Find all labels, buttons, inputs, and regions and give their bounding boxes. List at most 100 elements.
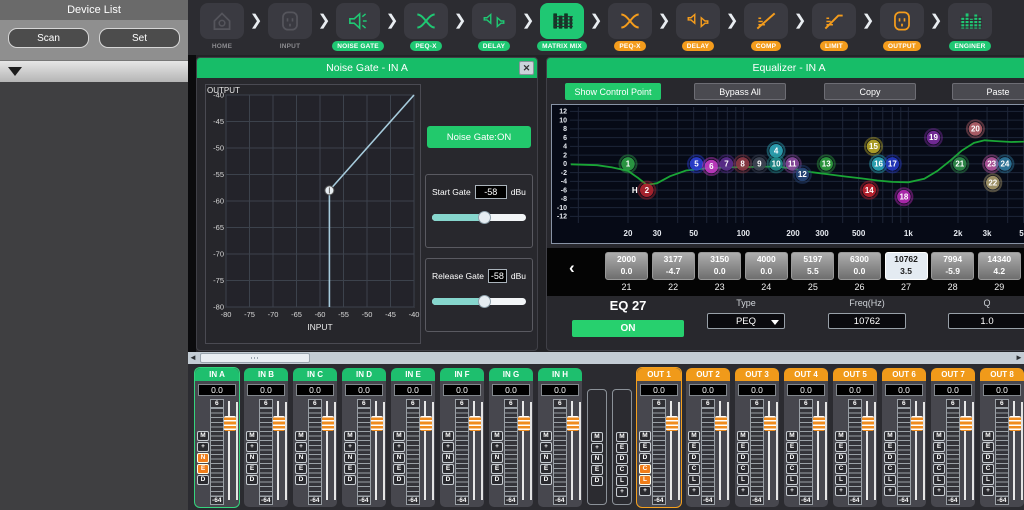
channel-label[interactable]: OUT 6	[882, 368, 926, 381]
eq-point-18[interactable]: 18	[895, 188, 912, 205]
eq-response-graph[interactable]: 121086420-2-4-6-8-10-1220305010020030050…	[551, 104, 1024, 244]
channel-btn-D[interactable]: D	[982, 453, 994, 463]
toolbar-item-enginer[interactable]: ENGINER	[944, 3, 996, 51]
master-btn-+[interactable]: +	[591, 443, 603, 453]
eq-point-1[interactable]: 1	[620, 155, 637, 172]
channel-label[interactable]: OUT 3	[735, 368, 779, 381]
fader-handle[interactable]	[911, 416, 923, 431]
freq-input[interactable]: 10762	[828, 313, 906, 329]
master-btn-L[interactable]: L	[616, 476, 628, 486]
channel-btn-L[interactable]: L	[688, 475, 700, 485]
master-btn-E[interactable]: E	[616, 443, 628, 453]
eq-on-button[interactable]: ON	[572, 320, 684, 337]
scroll-left-icon[interactable]: ◄	[188, 352, 198, 364]
channel-btn-M[interactable]: M	[491, 431, 503, 441]
channel-btn-+[interactable]: +	[688, 486, 700, 496]
eq-point-17[interactable]: 17	[884, 155, 901, 172]
channel-btn-E[interactable]: E	[393, 464, 405, 474]
fader-handle[interactable]	[715, 416, 727, 431]
eq-point-7[interactable]: 7	[718, 155, 735, 172]
channel-btn-M[interactable]: M	[982, 431, 994, 441]
release-gate-slider[interactable]	[432, 298, 526, 305]
channel-btn-L[interactable]: L	[884, 475, 896, 485]
fader-handle[interactable]	[273, 416, 285, 431]
channel-btn-M[interactable]: M	[688, 431, 700, 441]
band-cell-26[interactable]: 63000.0	[838, 252, 881, 280]
channel-label[interactable]: OUT 2	[686, 368, 730, 381]
channel-btn-+[interactable]: +	[344, 442, 356, 452]
channel-btn-M[interactable]: M	[442, 431, 454, 441]
channel-btn-M[interactable]: M	[786, 431, 798, 441]
channel-btn-L[interactable]: L	[835, 475, 847, 485]
channel-btn-E[interactable]: E	[295, 464, 307, 474]
channel-btn-E[interactable]: E	[835, 442, 847, 452]
channel-label[interactable]: IN G	[489, 368, 533, 381]
channel-btn-E[interactable]: E	[737, 442, 749, 452]
channel-btn-+[interactable]: +	[197, 442, 209, 452]
channel-btn-C[interactable]: C	[639, 464, 651, 474]
channel-btn-D[interactable]: D	[393, 475, 405, 485]
channel-btn-D[interactable]: D	[344, 475, 356, 485]
channel-btn-+[interactable]: +	[639, 486, 651, 496]
channel-btn-M[interactable]: M	[639, 431, 651, 441]
channel-btn-L[interactable]: L	[737, 475, 749, 485]
channel-btn-+[interactable]: +	[737, 486, 749, 496]
toolbar-item-delay[interactable]: DELAY	[672, 3, 724, 51]
channel-btn-D[interactable]: D	[246, 475, 258, 485]
fader-handle[interactable]	[813, 416, 825, 431]
channel-btn-E[interactable]: E	[933, 442, 945, 452]
master-btn-E[interactable]: E	[591, 465, 603, 475]
channel-btn-M[interactable]: M	[933, 431, 945, 441]
eq-point-22[interactable]: 22	[984, 174, 1001, 191]
horizontal-scrollbar[interactable]: ◄ ►	[188, 352, 1024, 364]
fader-handle[interactable]	[960, 416, 972, 431]
channel-btn-E[interactable]: E	[197, 464, 209, 474]
eq-point-20[interactable]: 20	[967, 120, 984, 137]
master-btn-C[interactable]: C	[616, 465, 628, 475]
release-gate-value[interactable]: -58	[488, 269, 507, 283]
set-button[interactable]: Set	[99, 28, 180, 48]
band-cell-23[interactable]: 31500.0	[698, 252, 741, 280]
channel-gain-value[interactable]: 0.0	[983, 384, 1021, 396]
channel-btn-+[interactable]: +	[295, 442, 307, 452]
channel-btn-C[interactable]: C	[982, 464, 994, 474]
channel-btn-M[interactable]: M	[393, 431, 405, 441]
channel-label[interactable]: IN H	[538, 368, 582, 381]
channel-btn-N[interactable]: N	[442, 453, 454, 463]
channel-btn-C[interactable]: C	[835, 464, 847, 474]
channel-btn-+[interactable]: +	[491, 442, 503, 452]
channel-btn-L[interactable]: L	[786, 475, 798, 485]
channel-btn-E[interactable]: E	[884, 442, 896, 452]
eq-point-10[interactable]: 10	[768, 155, 785, 172]
toolbar-item-delay[interactable]: DELAY	[468, 3, 520, 51]
band-scroll-left-icon[interactable]: ‹	[569, 258, 575, 278]
channel-gain-value[interactable]: 0.0	[885, 384, 923, 396]
fader-handle[interactable]	[469, 416, 481, 431]
channel-btn-D[interactable]: D	[197, 475, 209, 485]
toolbar-item-comp[interactable]: COMP	[740, 3, 792, 51]
eq-point-19[interactable]: 19	[925, 129, 942, 146]
channel-btn-C[interactable]: C	[933, 464, 945, 474]
channel-btn-+[interactable]: +	[933, 486, 945, 496]
band-cell-24[interactable]: 40000.0	[745, 252, 788, 280]
channel-gain-value[interactable]: 0.0	[541, 384, 579, 396]
channel-btn-N[interactable]: N	[393, 453, 405, 463]
master-btn-N[interactable]: N	[591, 454, 603, 464]
channel-gain-value[interactable]: 0.0	[689, 384, 727, 396]
channel-btn-D[interactable]: D	[884, 453, 896, 463]
eq-point-8[interactable]: 8	[734, 155, 751, 172]
start-gate-slider[interactable]	[432, 214, 526, 221]
fader-handle[interactable]	[1009, 416, 1021, 431]
eq-point-2[interactable]: H2	[632, 182, 655, 199]
master-btn-M[interactable]: M	[616, 432, 628, 442]
channel-gain-value[interactable]: 0.0	[738, 384, 776, 396]
channel-btn-D[interactable]: D	[933, 453, 945, 463]
start-gate-value[interactable]: -58	[475, 185, 507, 199]
slider-knob[interactable]	[478, 295, 491, 308]
channel-label[interactable]: IN A	[195, 368, 239, 381]
channel-gain-value[interactable]: 0.0	[640, 384, 678, 396]
channel-gain-value[interactable]: 0.0	[345, 384, 383, 396]
channel-gain-value[interactable]: 0.0	[787, 384, 825, 396]
copy-button[interactable]: Copy	[824, 83, 916, 100]
toolbar-item-matrix-mix[interactable]: MATRIX MIX	[536, 3, 588, 51]
